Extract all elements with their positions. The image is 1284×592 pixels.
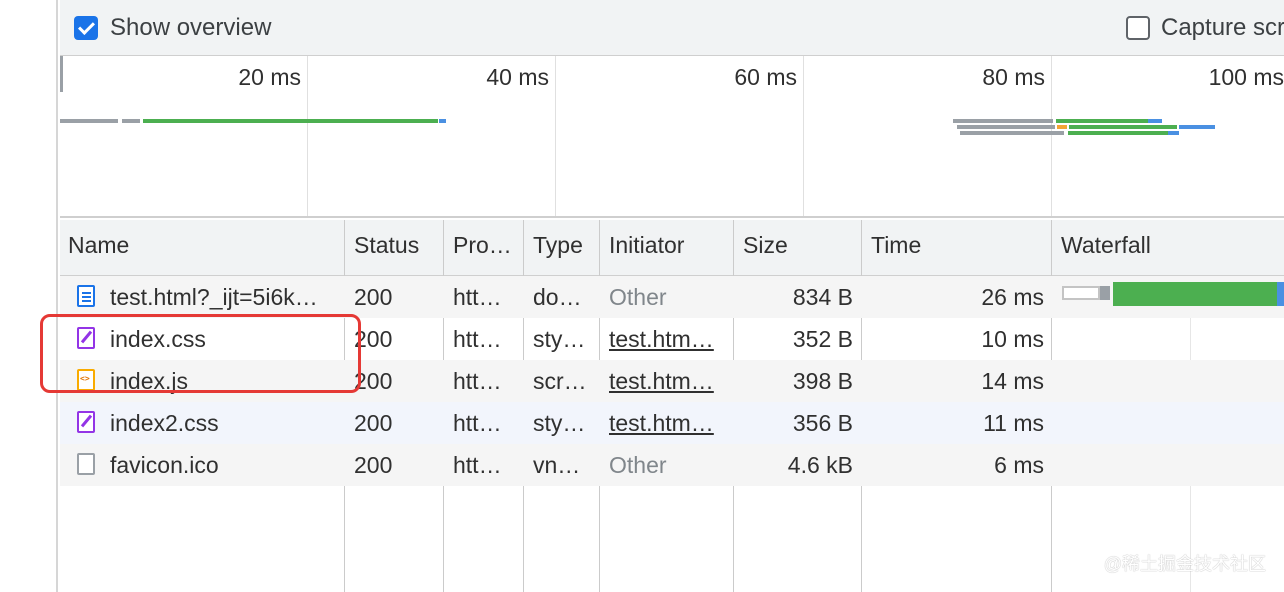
overview-tick-label: 60 ms	[734, 64, 797, 90]
request-time: 11 ms	[983, 410, 1044, 436]
table-row[interactable]: test.html?_ijt=5i6k… 200 htt… do… Other …	[60, 276, 1284, 318]
table-row[interactable]: index2.css 200 htt… sty… test.htm… 356 B…	[60, 402, 1284, 444]
request-size: 4.6 kB	[787, 452, 853, 478]
overview-cursor[interactable]	[60, 56, 63, 92]
overview-bar-waiting	[957, 125, 1055, 129]
overview-bar-waiting	[122, 119, 140, 123]
request-status: 200	[354, 326, 393, 352]
request-size: 834 B	[792, 284, 853, 310]
overview-bar-content	[1148, 119, 1162, 123]
overview-bar-waiting	[953, 119, 1053, 123]
request-protocol: htt…	[453, 410, 502, 436]
request-time: 10 ms	[981, 326, 1044, 352]
request-type: do…	[533, 284, 582, 310]
request-type: sty…	[533, 410, 586, 436]
request-size: 352 B	[792, 326, 853, 352]
document-icon	[77, 285, 95, 307]
request-status: 200	[354, 452, 393, 478]
waterfall-bar-queued	[1062, 286, 1100, 300]
column-header-time[interactable]: Time	[871, 232, 921, 259]
left-gutter	[0, 0, 58, 592]
request-protocol: htt…	[453, 284, 502, 310]
overview-bar-content	[1168, 131, 1179, 135]
overview-tick-label: 100 ms	[1208, 64, 1284, 90]
file-icon	[77, 453, 95, 475]
request-protocol: htt…	[453, 452, 502, 478]
request-name[interactable]: favicon.ico	[110, 452, 335, 479]
capture-screenshots-label[interactable]: Capture scr	[1161, 13, 1284, 43]
waterfall-bar-content	[1277, 282, 1284, 306]
overview-gridline	[1051, 56, 1052, 216]
overview-bar-download	[1056, 119, 1148, 123]
request-status: 200	[354, 284, 393, 310]
overview-bar-queue	[1057, 125, 1067, 129]
request-size: 398 B	[792, 368, 853, 394]
overview-gridline	[555, 56, 556, 216]
request-protocol: htt…	[453, 368, 502, 394]
column-header-protocol[interactable]: Pro…	[453, 232, 512, 259]
overview-gridline	[803, 56, 804, 216]
waterfall-bar-waiting	[1100, 286, 1110, 300]
show-overview-label[interactable]: Show overview	[110, 13, 271, 43]
column-header-initiator[interactable]: Initiator	[609, 232, 684, 259]
request-type: vn…	[533, 452, 581, 478]
request-initiator-link[interactable]: test.htm…	[609, 410, 727, 437]
column-header-name[interactable]: Name	[68, 232, 129, 259]
requests-table: Name Status Pro… Type Initiator Size Tim…	[60, 216, 1284, 592]
column-header-type[interactable]: Type	[533, 232, 583, 259]
request-status: 200	[354, 410, 393, 436]
overview-bar-content	[1179, 125, 1215, 129]
overview-tick-label: 40 ms	[486, 64, 549, 90]
waterfall-bar-download	[1113, 282, 1277, 306]
overview-bar-download	[1069, 125, 1177, 129]
overview-bar-waiting	[960, 131, 1064, 135]
request-name[interactable]: index2.css	[110, 410, 335, 437]
request-time: 26 ms	[981, 284, 1044, 310]
overview-bar-download	[1068, 131, 1168, 135]
column-header-size[interactable]: Size	[743, 232, 788, 259]
request-type: sty…	[533, 326, 586, 352]
request-type: scr…	[533, 368, 587, 394]
overview-timeline[interactable]: 20 ms 40 ms 60 ms 80 ms 100 ms	[60, 56, 1284, 216]
column-header-status[interactable]: Status	[354, 232, 419, 259]
overview-tick-label: 80 ms	[982, 64, 1045, 90]
request-time: 6 ms	[994, 452, 1044, 478]
overview-bar-download	[143, 119, 438, 123]
highlight-annotation-box	[40, 314, 361, 393]
request-initiator-link[interactable]: test.htm…	[609, 368, 727, 395]
table-row[interactable]: favicon.ico 200 htt… vn… Other 4.6 kB 6 …	[60, 444, 1284, 486]
request-initiator: Other	[609, 284, 667, 310]
request-protocol: htt…	[453, 326, 502, 352]
request-initiator: Other	[609, 452, 667, 478]
stylesheet-icon	[77, 411, 95, 433]
capture-screenshots-checkbox[interactable]	[1126, 16, 1150, 40]
request-initiator-link[interactable]: test.htm…	[609, 326, 727, 353]
request-time: 14 ms	[981, 368, 1044, 394]
request-status: 200	[354, 368, 393, 394]
overview-tick-label: 20 ms	[238, 64, 301, 90]
request-name[interactable]: test.html?_ijt=5i6k…	[110, 284, 335, 311]
network-toolbar: Show overview Capture scr	[60, 0, 1284, 56]
column-header-waterfall[interactable]: Waterfall	[1061, 232, 1151, 259]
watermark: @稀土掘金技术社区	[1103, 554, 1266, 574]
show-overview-checkbox[interactable]	[74, 16, 98, 40]
overview-bar-content	[439, 119, 446, 123]
overview-gridline	[307, 56, 308, 216]
overview-bar-waiting	[60, 119, 118, 123]
request-size: 356 B	[792, 410, 853, 436]
